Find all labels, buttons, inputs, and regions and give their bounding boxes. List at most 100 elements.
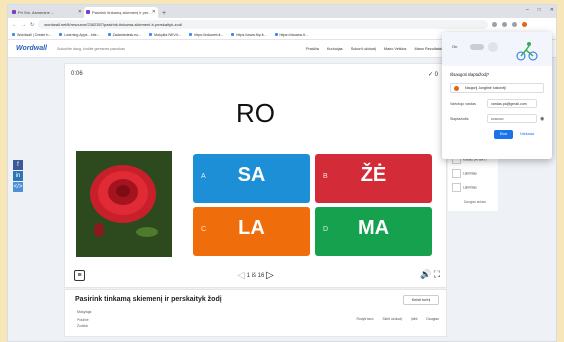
pager: ◁ 1 iš 16 ▷ (65, 270, 446, 281)
embed-button[interactable]: Įdėti (411, 317, 417, 321)
activity-grade[interactable]: Pradinė (77, 318, 89, 322)
template-thumb-icon (452, 169, 461, 178)
prev-page-icon[interactable]: ◁ (237, 270, 245, 281)
reload-button[interactable]: ↻ (30, 22, 34, 28)
profile-avatar-icon[interactable] (522, 22, 528, 27)
edit-content-button[interactable]: Keisti turinį (403, 295, 439, 305)
account-selector[interactable]: Naujorij Jungtinė lustonėji (450, 83, 544, 93)
extension-icons (492, 22, 528, 27)
more-templates-link[interactable]: Daugiau anksto (464, 200, 486, 204)
close-window-button[interactable]: ✕ (550, 7, 554, 13)
game-controls: ≡ ◁ 1 iš 16 ▷ 🔊 ⛶ (65, 267, 446, 287)
save-password-button[interactable]: Ekst (494, 130, 513, 139)
password-label: Slaptažodis (450, 117, 469, 121)
sound-controls: 🔊 ⛶ (420, 269, 440, 280)
bookmark-item[interactable]: Zadaniedesk.eu... (108, 33, 142, 37)
answer-option-a[interactable]: A SA (193, 154, 310, 203)
new-tab-button[interactable]: + (158, 10, 170, 18)
answer-text: SA (237, 164, 266, 186)
back-button[interactable]: ← (12, 22, 17, 28)
favicon-icon (86, 10, 90, 14)
bookmark-star-icon[interactable] (502, 22, 508, 27)
nav-home[interactable]: Pradžia (306, 47, 319, 51)
check-icon: ✓ (427, 72, 433, 78)
page-current: 1 (246, 273, 250, 280)
bookmark-item[interactable]: Learning Apps - Inte... (59, 33, 99, 37)
activity-title: Pasirink tinkamą skiemenį ir perskaityk … (75, 296, 222, 303)
page-total: 16 (257, 273, 265, 280)
assign-button[interactable]: Skirti užduotį (383, 317, 402, 321)
rose-image (76, 151, 172, 257)
save-password-popup: On Išsaugoti slaptažodį? Naujorij Jungti… (442, 32, 552, 159)
timer: 0:06 (71, 71, 83, 77)
bookmark-item[interactable]: https://eduweb.lt... (189, 33, 223, 37)
template-item[interactable]: Labirintas (452, 183, 494, 192)
close-tab-icon[interactable]: ✕ (78, 9, 82, 15)
minimize-button[interactable]: – (526, 7, 529, 13)
username-label: Vartotojo vardas (450, 102, 476, 106)
extension-icon[interactable] (492, 22, 498, 27)
bookmark-item[interactable]: Mokykla NEV.lt... (149, 33, 181, 37)
answer-text: MA (357, 217, 390, 239)
url-field[interactable]: wordwall.net/lt/resource/2362357/pasirin… (38, 20, 489, 29)
forward-button[interactable]: → (21, 22, 26, 28)
site-tagline: Sukurkite daug, kurkite geresnes pamokas (56, 46, 125, 51)
toggle-label[interactable]: On (452, 44, 457, 49)
close-tab-icon[interactable]: ✕ (152, 9, 156, 15)
nav-my-activities[interactable]: Mano Veiklos (384, 47, 407, 51)
bookmark-item[interactable]: Wordwall | Create b... (12, 33, 51, 37)
nav-features[interactable]: Kuriuojas (327, 47, 343, 51)
answer-option-b[interactable]: B ŽĖ (315, 154, 432, 203)
cyclist-icon (516, 40, 538, 62)
nav-create[interactable]: Sukurti užduotį (351, 47, 376, 51)
popup-title: Išsaugoti slaptažodį? (450, 72, 490, 77)
bookmark-item[interactable]: https://oksana.lt... (275, 33, 308, 37)
page-separator: iš (251, 273, 256, 280)
classroom-share-button[interactable]: in (13, 171, 23, 181)
fullscreen-icon[interactable]: ⛶ (434, 269, 440, 279)
score-value: 0 (434, 72, 438, 78)
answer-text: ŽĖ (360, 164, 387, 186)
tab-title: Pri Sm. Asmenine ... (18, 10, 55, 15)
facebook-share-button[interactable]: f (13, 160, 23, 170)
show-password-icon[interactable]: ◉ (540, 116, 544, 122)
activity-info: Pasirink tinkamą skiemenį ir perskaityk … (64, 289, 447, 337)
password-field[interactable]: •••••••••• (487, 114, 537, 123)
browser-tab-active[interactable]: Pasirink tinkamą skiemenį ir per... ✕ (84, 7, 158, 18)
embed-share-button[interactable]: </> (13, 182, 23, 192)
never-button[interactable]: Niekada (520, 130, 534, 139)
nav-my-results[interactable]: Mano Rezultatai (414, 47, 441, 51)
extension-icon[interactable] (512, 22, 518, 27)
maximize-button[interactable]: □ (538, 7, 541, 13)
wordwall-logo[interactable]: Wordwall (16, 45, 47, 52)
browser-window: Pri Sm. Asmenine ... ✕ Pasirink tinkamą … (7, 4, 557, 342)
toggle-icon[interactable] (470, 44, 484, 50)
show-button[interactable]: Rodyti tavo (357, 317, 374, 321)
account-avatar (454, 86, 459, 91)
game-card: 0:06 ✓ 0 RO A SA B ŽĖ C LA D MA ≡ ◁ 1 iš… (64, 63, 447, 288)
social-share-bar: f in </> (13, 160, 23, 193)
address-toolbar: ← → ↻ wordwall.net/lt/resource/2362357/p… (8, 18, 556, 31)
cyclist-illustration: On (442, 32, 552, 66)
favicon-icon (12, 10, 16, 14)
site-nav: Pradžia Kuriuojas Sukurti užduotį Mano V… (306, 47, 442, 51)
activity-author[interactable]: Mokytoja (77, 310, 91, 314)
template-item[interactable]: Labirintas (452, 169, 494, 178)
score-display: ✓ 0 (428, 71, 438, 78)
username-field[interactable]: vardas.pa@gmail.com (487, 99, 537, 108)
browser-tab[interactable]: Pri Sm. Asmenine ... ✕ (10, 7, 84, 18)
bookmark-item[interactable]: https://www.fhp.lt... (231, 33, 266, 37)
globe-icon (488, 42, 498, 52)
next-page-icon[interactable]: ▷ (266, 270, 274, 281)
template-thumb-icon (452, 183, 461, 192)
more-button[interactable]: Daugiau (426, 317, 439, 321)
sound-icon[interactable]: 🔊 (420, 269, 431, 279)
answer-option-d[interactable]: D MA (315, 207, 432, 256)
activity-actions: Rodyti tavo Skirti užduotį Įdėti Daugiau (357, 317, 439, 321)
activity-subject[interactable]: Žodžiai (77, 324, 88, 328)
question-prompt: RO (236, 98, 275, 128)
answer-option-c[interactable]: C LA (193, 207, 310, 256)
tab-bar: Pri Sm. Asmenine ... ✕ Pasirink tinkamą … (8, 5, 556, 18)
window-controls: – □ ✕ (526, 7, 554, 13)
answer-text: LA (238, 217, 265, 239)
